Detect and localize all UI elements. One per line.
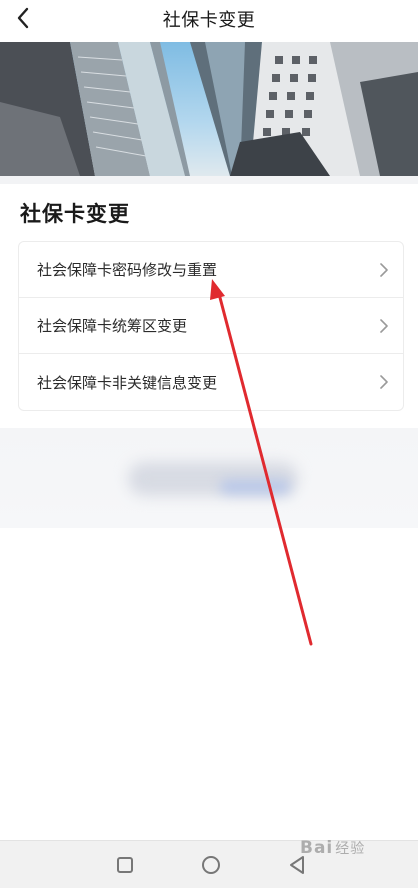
blurred-content-accent [220,480,290,494]
menu-item-password-reset[interactable]: 社会保障卡密码修改与重置 [19,242,403,298]
menu-item-label: 社会保障卡密码修改与重置 [37,261,218,279]
banner-image [0,42,418,176]
chevron-left-icon [17,7,29,29]
page-title: 社保卡变更 [162,10,256,31]
chevron-right-icon [380,375,388,389]
banner-spacer [0,176,418,184]
chevron-right-icon [380,262,388,277]
recent-apps-icon[interactable] [117,857,133,873]
menu-card: 社会保障卡密码修改与重置 社会保障卡统筹区变更 社会保障卡非关键信息变更 [18,241,404,411]
back-triangle-icon[interactable] [288,855,306,875]
back-button[interactable] [8,2,38,34]
app-header: 社保卡变更 [0,0,418,38]
chevron-right-icon [380,318,388,333]
menu-item-info-change[interactable]: 社会保障卡非关键信息变更 [19,354,403,410]
menu-item-label: 社会保障卡统筹区变更 [37,317,188,335]
home-icon[interactable] [202,856,220,874]
menu-item-label: 社会保障卡非关键信息变更 [37,373,218,392]
section-title: 社保卡变更 [20,202,130,226]
watermark-logo: Bai 经验 [300,838,366,858]
city-buildings-image [0,42,418,176]
menu-item-region-change[interactable]: 社会保障卡统筹区变更 [19,298,403,354]
